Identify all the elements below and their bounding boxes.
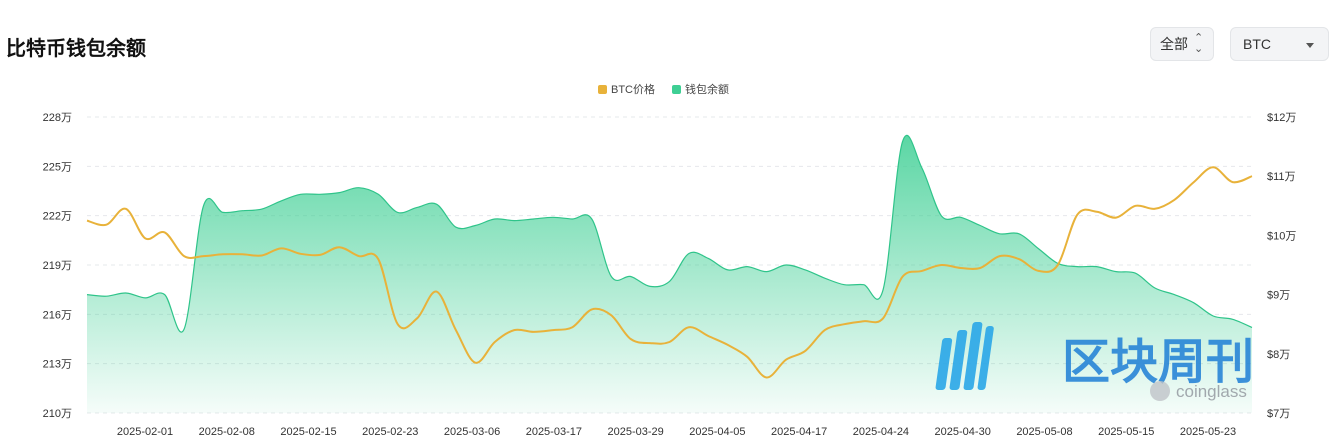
- chart: BTC价格 钱包余额 210万 213万 216万 219万 222万 225万 228万 $…: [43, 82, 1297, 438]
- x-tick-label: 2025-04-17: [771, 426, 827, 438]
- x-tick-label: 2025-03-06: [444, 426, 500, 438]
- x-tick-label: 2025-03-29: [607, 426, 663, 438]
- y-right-tick-label: $11万: [1267, 171, 1296, 183]
- y-right-tick-label: $10万: [1267, 230, 1296, 242]
- x-tick-label: 2025-03-17: [526, 426, 582, 438]
- y-left-tick-label: 213万: [43, 359, 72, 371]
- y-left-tick-label: 216万: [43, 309, 72, 321]
- y-right-tick-label: $7万: [1267, 408, 1290, 420]
- chart-legend: BTC价格 钱包余额: [598, 82, 729, 96]
- x-tick-label: 2025-05-15: [1098, 426, 1154, 438]
- legend-swatch-1: [672, 85, 681, 94]
- legend-label-1[interactable]: 钱包余额: [685, 82, 729, 96]
- x-tick-label: 2025-02-23: [362, 426, 418, 438]
- x-tick-label: 2025-04-05: [689, 426, 745, 438]
- y-left-tick-label: 228万: [43, 112, 72, 124]
- watermark-brand-en: coinglass: [1176, 382, 1247, 401]
- x-tick-label: 2025-02-01: [117, 426, 173, 438]
- legend-label-0[interactable]: BTC价格: [611, 82, 655, 96]
- y-left-tick-label: 222万: [43, 211, 72, 223]
- y-right-tick-label: $8万: [1267, 349, 1290, 361]
- y-left-tick-label: 225万: [43, 161, 72, 173]
- y-right-tick-label: $12万: [1267, 112, 1296, 124]
- y-left-tick-label: 210万: [43, 408, 72, 420]
- x-tick-label: 2025-02-15: [280, 426, 336, 438]
- y-axis-right: $7万 $8万 $9万 $10万 $11万 $12万: [1267, 112, 1296, 420]
- y-axis-left: 210万 213万 216万 219万 222万 225万 228万: [43, 112, 72, 420]
- y-left-tick-label: 219万: [43, 260, 72, 272]
- legend-swatch-0: [598, 85, 607, 94]
- x-tick-label: 2025-02-08: [199, 426, 255, 438]
- x-tick-label: 2025-04-24: [853, 426, 909, 438]
- coinglass-logo-icon: [1150, 381, 1170, 401]
- x-axis: 2025-02-01 2025-02-08 2025-02-15 2025-02-23…: [117, 426, 1236, 438]
- x-tick-label: 2025-04-30: [935, 426, 991, 438]
- x-tick-label: 2025-05-08: [1016, 426, 1072, 438]
- y-right-tick-label: $9万: [1267, 290, 1290, 302]
- x-tick-label: 2025-05-23: [1180, 426, 1236, 438]
